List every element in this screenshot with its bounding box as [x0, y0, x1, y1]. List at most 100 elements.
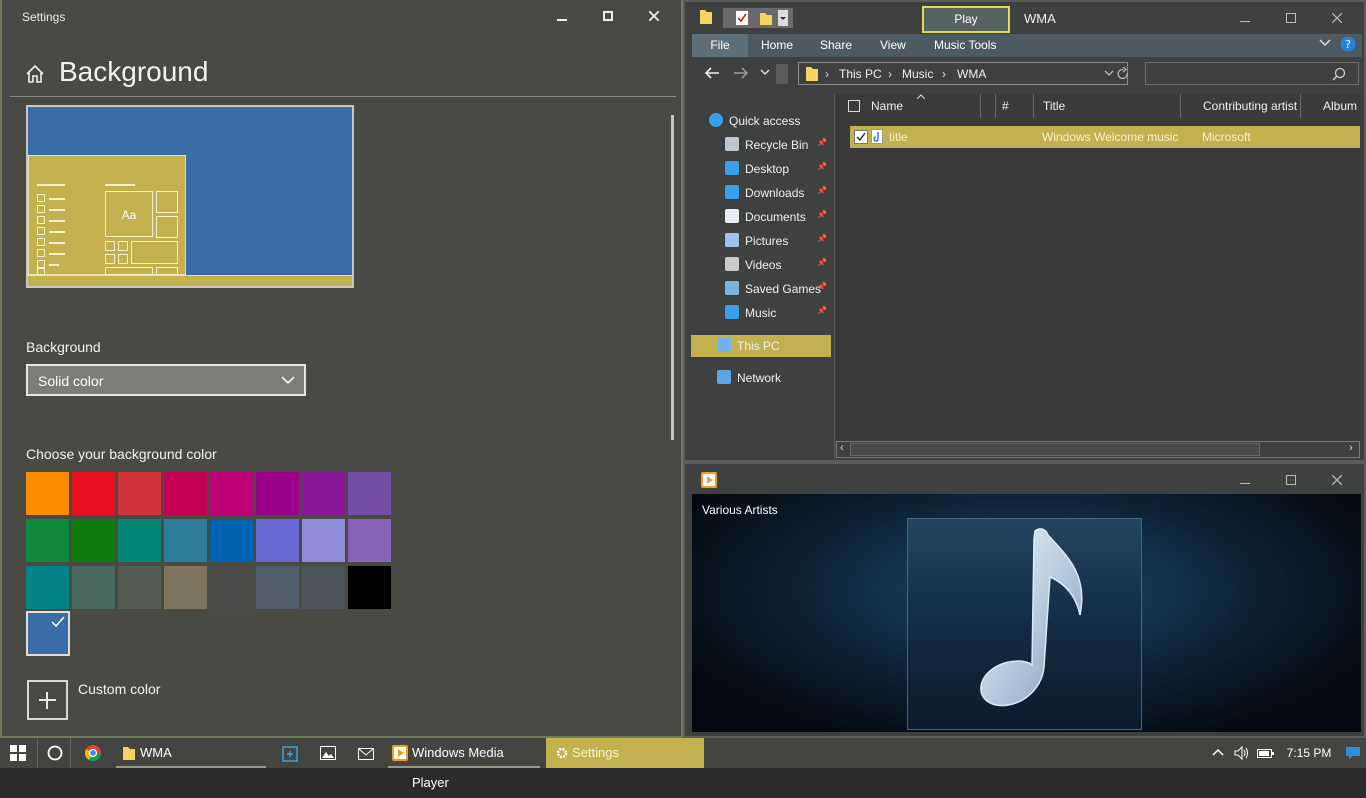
action-center-icon[interactable] [1345, 746, 1361, 760]
breadcrumb-music[interactable]: Music [902, 67, 933, 81]
chevron-up-icon[interactable] [1212, 748, 1224, 756]
taskbar-item-settings[interactable]: Settings [546, 738, 704, 768]
color-swatch[interactable] [210, 519, 253, 562]
column-album[interactable]: Album [1323, 94, 1363, 118]
tab-file[interactable]: File [692, 34, 748, 57]
battery-icon[interactable] [1257, 746, 1275, 760]
column-title[interactable]: Title [1043, 94, 1181, 118]
tab-home[interactable]: Home [761, 38, 793, 52]
mail-icon[interactable] [358, 746, 374, 760]
scrollbar[interactable] [671, 115, 674, 440]
up-arrow-icon[interactable] [776, 64, 788, 84]
help-icon[interactable]: ? [1340, 36, 1356, 52]
color-swatch[interactable] [348, 472, 391, 515]
color-swatch[interactable] [118, 519, 161, 562]
checkbox-checked-icon[interactable] [854, 130, 868, 144]
color-swatch[interactable] [210, 472, 253, 515]
recent-locations-icon[interactable] [760, 69, 770, 77]
sidebar-item-recycle-bin[interactable]: Recycle Bin 📌 [691, 134, 831, 156]
scroll-right-icon[interactable]: › [1349, 442, 1353, 454]
maximize-button[interactable] [1268, 464, 1314, 496]
color-swatch[interactable] [256, 519, 299, 562]
taskbar-item-wma[interactable]: WMA [116, 738, 266, 768]
minimize-button[interactable] [539, 0, 585, 32]
color-swatch[interactable] [302, 566, 345, 609]
color-swatch[interactable] [72, 472, 115, 515]
color-swatch[interactable] [26, 611, 70, 656]
tab-view[interactable]: View [880, 38, 906, 52]
color-swatch[interactable] [302, 519, 345, 562]
chrome-icon[interactable] [85, 745, 101, 761]
back-arrow-icon[interactable] [704, 66, 720, 80]
photos-icon[interactable] [320, 746, 336, 760]
sidebar-item-network[interactable]: Network [691, 367, 831, 389]
custom-color-button[interactable] [27, 680, 68, 720]
sidebar-item-music[interactable]: Music 📌 [691, 302, 831, 324]
sidebar-item-saved-games[interactable]: Saved Games 📌 [691, 278, 831, 300]
breadcrumb-wma[interactable]: WMA [957, 67, 986, 81]
column-contributing-artist[interactable]: Contributing artist [1183, 94, 1301, 118]
app-icon[interactable] [282, 746, 298, 762]
color-swatch[interactable] [210, 566, 253, 609]
color-swatch[interactable] [72, 566, 115, 609]
home-icon[interactable] [24, 63, 46, 85]
clock[interactable]: 7:15 PM [1279, 738, 1339, 768]
color-swatch[interactable] [164, 566, 207, 609]
close-button[interactable] [1314, 464, 1360, 496]
close-button[interactable] [1314, 2, 1360, 34]
sidebar-item-desktop[interactable]: Desktop 📌 [691, 158, 831, 180]
background-dropdown[interactable]: Solid color [26, 364, 306, 396]
tab-music-tools[interactable]: Music Tools [934, 38, 996, 52]
maximize-button[interactable] [585, 0, 631, 32]
close-button[interactable] [631, 0, 677, 32]
chevron-down-icon[interactable] [1104, 70, 1114, 78]
forward-arrow-icon[interactable] [733, 66, 749, 80]
column-name[interactable]: Name [871, 94, 981, 118]
sidebar-item-pictures[interactable]: Pictures 📌 [691, 230, 831, 252]
horizontal-scrollbar[interactable]: ‹ › [836, 441, 1360, 458]
column-number[interactable]: # [1002, 94, 1034, 118]
sidebar-item-videos[interactable]: Videos 📌 [691, 254, 831, 276]
color-swatch[interactable] [118, 566, 161, 609]
minimize-button[interactable] [1222, 464, 1268, 496]
search-input[interactable] [1145, 62, 1359, 85]
tab-play[interactable]: Play [922, 6, 1010, 33]
color-swatch[interactable] [348, 519, 391, 562]
refresh-icon[interactable] [1117, 67, 1129, 81]
scroll-left-icon[interactable]: ‹ [840, 442, 844, 454]
select-all-checkbox[interactable] [848, 100, 860, 112]
color-swatch[interactable] [302, 472, 345, 515]
color-swatch[interactable] [118, 472, 161, 515]
color-swatch[interactable] [164, 519, 207, 562]
maximize-button[interactable] [1268, 2, 1314, 34]
tab-share[interactable]: Share [820, 38, 852, 52]
breadcrumb-this-pc[interactable]: This PC [839, 67, 882, 81]
color-swatch[interactable] [348, 566, 391, 609]
taskbar-item-windows-media-player[interactable]: Windows Media Player [388, 738, 540, 790]
customize-toolbar-icon[interactable] [778, 10, 788, 26]
address-bar[interactable]: › This PC › Music › WMA [798, 62, 1128, 85]
sidebar-item-downloads[interactable]: Downloads 📌 [691, 182, 831, 204]
volume-icon[interactable] [1234, 745, 1250, 761]
sidebar-item-quick-access[interactable]: Quick access [691, 110, 831, 132]
sidebar-item-this-pc[interactable]: This PC [691, 335, 831, 357]
color-swatch[interactable] [26, 472, 69, 515]
windows-start-icon[interactable] [10, 745, 26, 761]
minimize-button[interactable] [1222, 2, 1268, 34]
color-swatch[interactable] [164, 472, 207, 515]
color-swatch[interactable] [26, 566, 69, 609]
artist-label: Various Artists [702, 503, 778, 517]
properties-icon[interactable] [735, 10, 749, 26]
new-folder-icon[interactable] [759, 10, 773, 26]
scroll-thumb[interactable] [850, 443, 1260, 456]
color-swatch[interactable] [256, 472, 299, 515]
sidebar-item-documents[interactable]: Documents 📌 [691, 206, 831, 228]
custom-color-label[interactable]: Custom color [78, 681, 160, 697]
chevron-down-icon[interactable] [1319, 38, 1331, 48]
search-button[interactable] [37, 738, 71, 768]
now-playing-view[interactable]: Various Artists [692, 494, 1361, 732]
table-row[interactable]: title Windows Welcome music Microsoft [850, 126, 1360, 148]
color-swatch[interactable] [256, 566, 299, 609]
color-swatch[interactable] [26, 519, 69, 562]
color-swatch[interactable] [72, 519, 115, 562]
